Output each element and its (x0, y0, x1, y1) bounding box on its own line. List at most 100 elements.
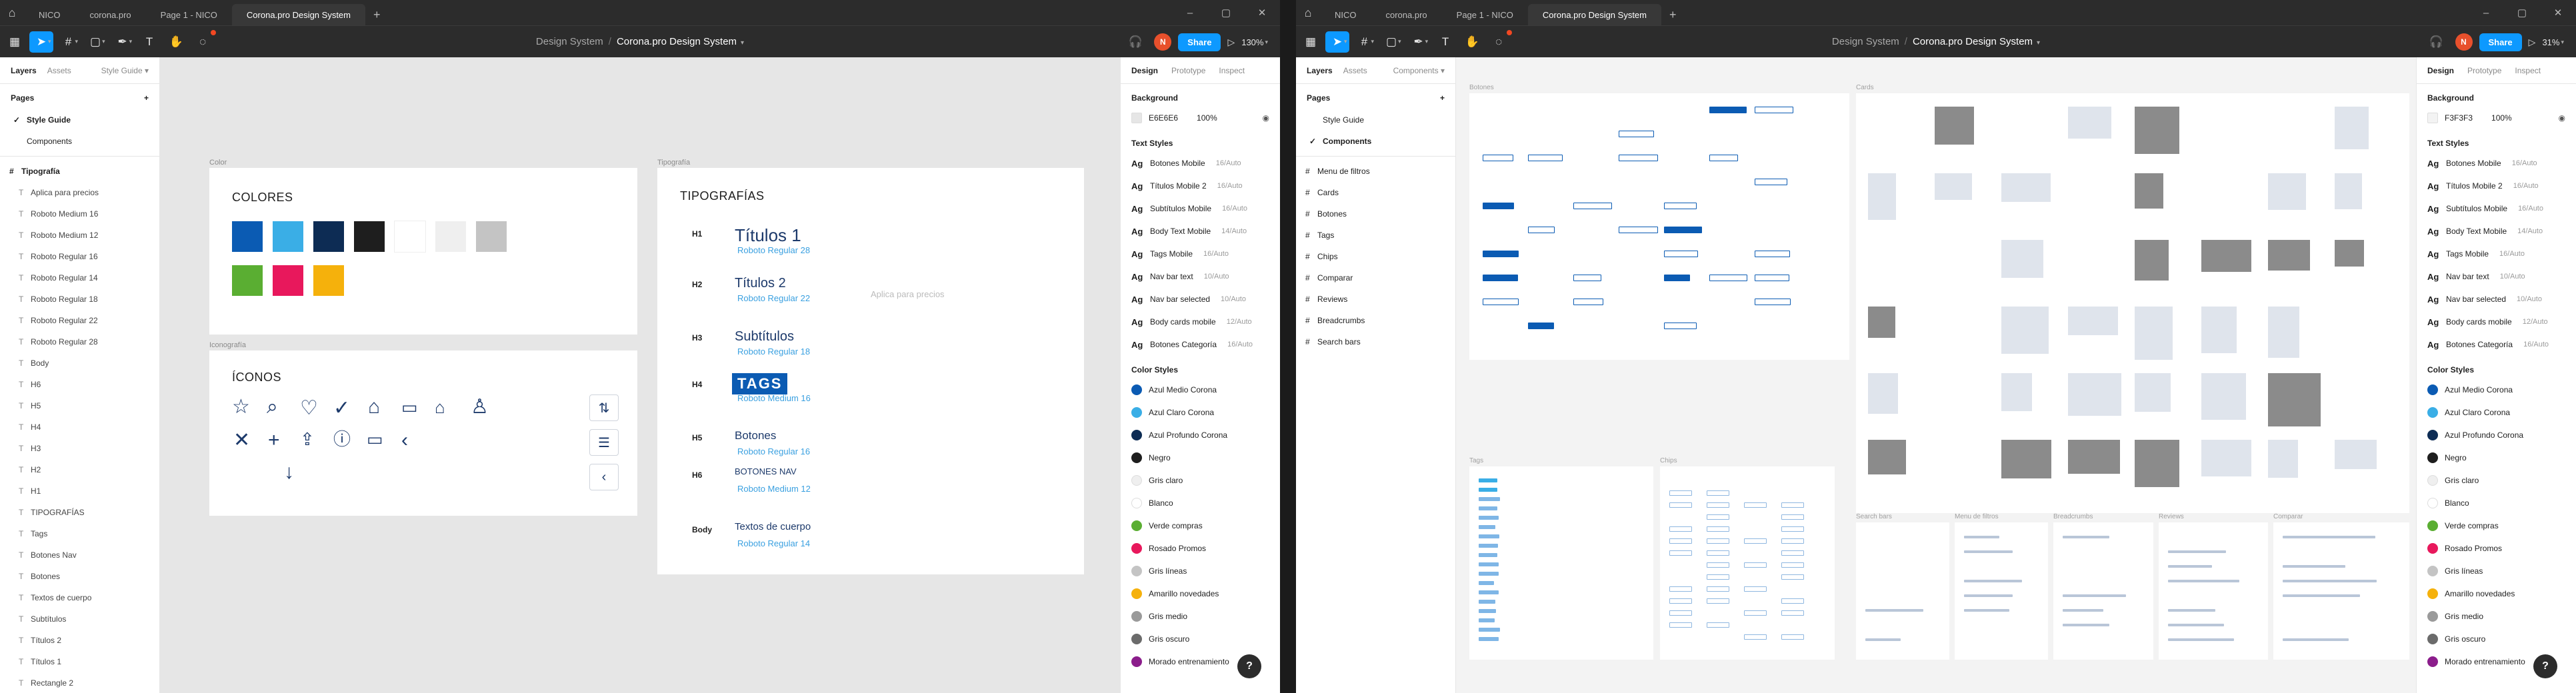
text-style-item[interactable]: Ag Nav bar selected 10/Auto (1121, 288, 1280, 311)
tab-nico[interactable]: NICO (1320, 4, 1371, 25)
color-swatch[interactable] (313, 265, 344, 296)
frame-label[interactable]: Cards (1856, 84, 1874, 91)
tab-nico[interactable]: NICO (24, 4, 75, 25)
present-icon[interactable]: ▷ (1227, 37, 1235, 48)
color-style-item[interactable]: Gris líneas (2417, 560, 2576, 582)
component-frame[interactable] (1955, 522, 2048, 660)
frame-label-tipografia[interactable]: Tipografía (657, 159, 690, 167)
text-style-item[interactable]: Ag Subtítulos Mobile 16/Auto (2417, 197, 2576, 220)
comment-tool-icon[interactable]: ◌ (1487, 29, 1513, 53)
component-frame[interactable] (1469, 93, 1849, 360)
page-components[interactable]: Components (0, 131, 159, 152)
layer-item[interactable]: T Rectangle 2 (0, 672, 159, 693)
color-style-item[interactable]: Verde compras (1121, 514, 1280, 537)
color-style-item[interactable]: Verde compras (2417, 514, 2576, 537)
eye-icon[interactable]: ◉ (2559, 113, 2565, 123)
color-style-item[interactable]: Negro (2417, 446, 2576, 469)
minimize-icon[interactable]: – (2468, 7, 2504, 19)
components-dropdown[interactable]: Components ▾ (1393, 66, 1445, 75)
layer-item[interactable]: # Botones (1296, 203, 1455, 225)
layer-item[interactable]: T Aplica para precios (0, 182, 159, 203)
comment-tool-icon[interactable]: ◌ (191, 29, 217, 53)
layer-item[interactable]: # Chips (1296, 246, 1455, 267)
color-style-item[interactable]: Amarillo novedades (1121, 582, 1280, 605)
new-tab-icon[interactable]: + (1661, 4, 1685, 25)
color-style-item[interactable]: Gris oscuro (2417, 628, 2576, 650)
text-tool-icon[interactable]: T (1433, 31, 1457, 53)
component-frame[interactable] (1856, 522, 1949, 660)
new-tab-icon[interactable]: + (365, 4, 389, 25)
color-style-item[interactable]: Azul Profundo Corona (2417, 424, 2576, 446)
chevron-down-icon[interactable]: ▾ (1344, 38, 1347, 45)
text-style-item[interactable]: Ag Botones Categoría 16/Auto (2417, 333, 2576, 356)
color-style-item[interactable]: Gris líneas (1121, 560, 1280, 582)
headphones-icon[interactable]: 🎧 (2425, 31, 2449, 53)
color-style-item[interactable]: Rosado Promos (1121, 537, 1280, 560)
text-style-item[interactable]: Ag Botones Mobile 16/Auto (2417, 152, 2576, 175)
tipografia-frame[interactable]: TIPOGRAFÍAS H1 Títulos 1 Roboto Regular 28… (657, 168, 1084, 574)
layer-item[interactable]: T Roboto Regular 22 (0, 310, 159, 331)
color-swatch[interactable] (273, 221, 303, 252)
background-row[interactable]: F3F3F3 100% ◉ (2417, 107, 2576, 129)
color-swatch[interactable] (273, 265, 303, 296)
tab-design[interactable]: Design (2427, 66, 2454, 75)
minimize-icon[interactable]: – (1172, 7, 1208, 19)
page-style-guide[interactable]: ✓ Style Guide (0, 109, 159, 131)
maximize-icon[interactable]: ▢ (1208, 7, 1244, 19)
tab-inspect[interactable]: Inspect (2515, 66, 2541, 75)
chevron-down-icon[interactable]: ▾ (1425, 38, 1429, 45)
chevron-down-icon[interactable]: ▾ (1398, 38, 1401, 45)
color-style-item[interactable]: Blanco (2417, 492, 2576, 514)
component-frame[interactable] (1856, 93, 2409, 513)
eye-icon[interactable]: ◉ (1263, 113, 1269, 123)
text-style-item[interactable]: Ag Body Text Mobile 14/Auto (2417, 220, 2576, 243)
text-style-item[interactable]: Ag Body Text Mobile 14/Auto (1121, 220, 1280, 243)
chevron-down-icon[interactable]: ▾ (102, 38, 105, 45)
background-opacity[interactable]: 100% (2491, 113, 2512, 123)
frame-label-iconografia[interactable]: Iconografía (209, 341, 246, 349)
tab-assets[interactable]: Assets (1343, 66, 1367, 75)
layer-item[interactable]: T Body (0, 352, 159, 374)
text-style-item[interactable]: Ag Body cards mobile 12/Auto (2417, 311, 2576, 333)
color-frame[interactable]: COLORES (209, 168, 637, 335)
color-swatch[interactable] (232, 221, 263, 252)
layer-item[interactable]: T Roboto Regular 18 (0, 289, 159, 310)
main-menu-icon[interactable]: ▦ (3, 31, 27, 53)
project-name[interactable]: Design System (536, 36, 603, 47)
background-swatch[interactable] (1131, 113, 1142, 123)
page-components[interactable]: ✓ Components (1296, 131, 1455, 152)
text-style-item[interactable]: Ag Botones Mobile 16/Auto (1121, 152, 1280, 175)
add-page-icon[interactable]: + (144, 93, 149, 103)
layer-item[interactable]: # Search bars (1296, 331, 1455, 352)
color-style-item[interactable]: Gris medio (1121, 605, 1280, 628)
layer-item[interactable]: T H1 (0, 480, 159, 502)
tab-prototype[interactable]: Prototype (2467, 66, 2501, 75)
component-frame[interactable] (1660, 466, 1835, 660)
avatar[interactable]: N (1154, 33, 1172, 51)
layer-item[interactable]: # Menu de filtros (1296, 161, 1455, 182)
frame-label[interactable]: Chips (1660, 457, 1677, 464)
chevron-down-icon[interactable]: ▾ (1371, 38, 1375, 45)
layer-item[interactable]: T H4 (0, 416, 159, 438)
headphones-icon[interactable]: 🎧 (1123, 31, 1147, 53)
color-swatch[interactable] (476, 221, 507, 252)
text-style-item[interactable]: Ag Tags Mobile 16/Auto (1121, 243, 1280, 265)
home-icon[interactable]: ⌂ (0, 0, 24, 25)
frame-label[interactable]: Breadcrumbs (2053, 513, 2093, 520)
color-swatch[interactable] (435, 221, 466, 252)
layer-item[interactable]: T TIPOGRAFÍAS (0, 502, 159, 523)
color-style-item[interactable]: Blanco (1121, 492, 1280, 514)
text-style-item[interactable]: Ag Nav bar selected 10/Auto (2417, 288, 2576, 311)
share-button[interactable]: Share (2479, 33, 2522, 51)
color-swatch[interactable] (232, 265, 263, 296)
maximize-icon[interactable]: ▢ (2504, 7, 2540, 19)
tab-layers[interactable]: Layers (1307, 66, 1333, 75)
text-style-item[interactable]: Ag Subtítulos Mobile 16/Auto (1121, 197, 1280, 220)
tab-page-1-nico[interactable]: Page 1 - NICO (1442, 4, 1528, 25)
help-button[interactable]: ? (2533, 654, 2557, 678)
chevron-down-icon[interactable]: ▾ (2561, 39, 2564, 46)
tab-design[interactable]: Design (1131, 66, 1158, 75)
layer-item[interactable]: T Roboto Regular 28 (0, 331, 159, 352)
chevron-down-icon[interactable]: ▾ (1265, 39, 1268, 46)
chevron-down-icon[interactable]: ▾ (129, 38, 133, 45)
